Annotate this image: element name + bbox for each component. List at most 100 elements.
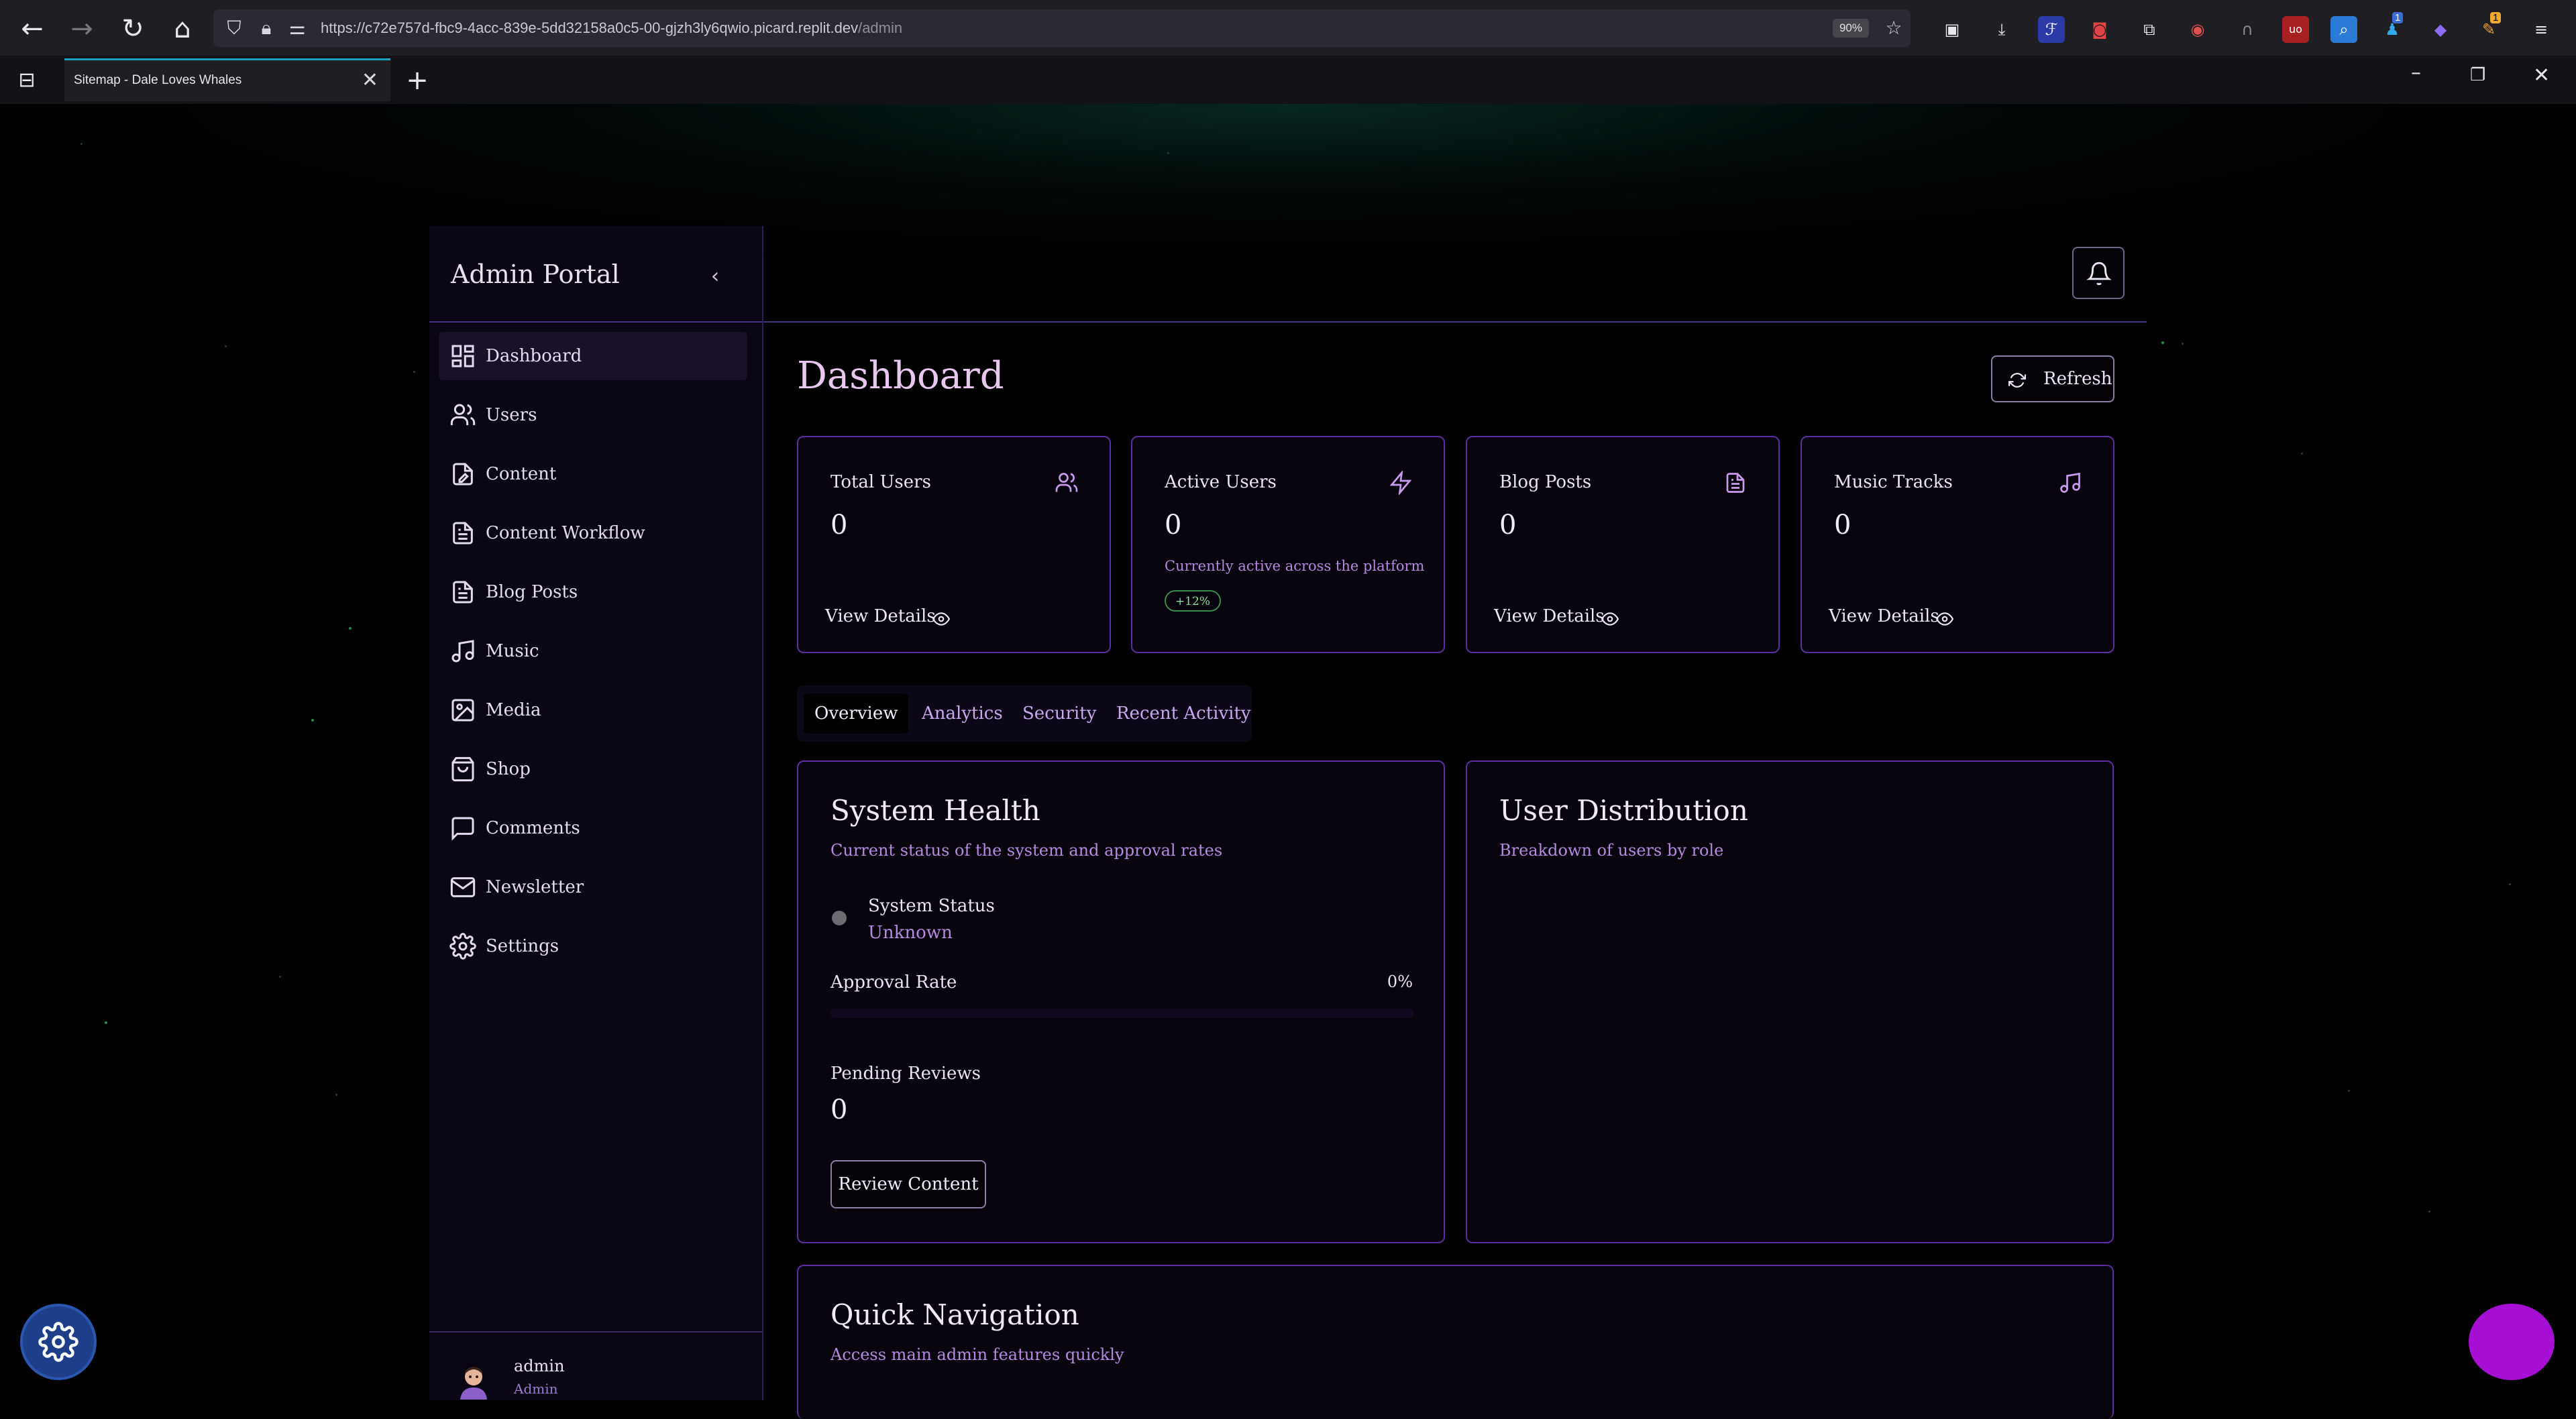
sidebar-item-label: Blog Posts <box>486 582 578 602</box>
sidebar-item-label: Music <box>486 641 539 661</box>
trend-badge: +12% <box>1165 590 1222 612</box>
stat-value: 0 <box>1499 510 1517 541</box>
tab-recent-activity[interactable]: Recent Activity <box>1116 693 1251 734</box>
view-details-label: View Details <box>825 606 936 626</box>
chevron-left-icon[interactable]: ‹ <box>700 261 730 290</box>
extension-badge: 1 <box>2490 12 2502 23</box>
view-details-link[interactable]: View Details <box>1829 606 1954 626</box>
sidebar-item-content-workflow[interactable]: Content Workflow <box>439 509 747 557</box>
minimize-icon[interactable]: – <box>2411 61 2421 84</box>
refresh-label: Refresh <box>2043 369 2112 389</box>
sidebar-item-shop[interactable]: Shop <box>439 745 747 793</box>
sidebar-item-dashboard[interactable]: Dashboard <box>439 332 747 380</box>
menu-icon[interactable]: ≡ <box>2528 16 2555 43</box>
stat-title: Active Users <box>1165 472 1277 492</box>
shield-icon[interactable]: ⛉ <box>223 17 246 40</box>
shop-icon <box>451 756 474 782</box>
bookmark-star-icon[interactable]: ☆ <box>1882 17 1905 40</box>
ublock-icon[interactable]: uo <box>2282 16 2309 43</box>
card-title: Quick Navigation <box>830 1298 1079 1331</box>
card-title: User Distribution <box>1499 794 1748 827</box>
browser-tab[interactable]: Sitemap - Dale Loves Whales ✕ <box>64 58 390 101</box>
lock-icon[interactable]: 🔒︎ <box>255 17 278 40</box>
star <box>2161 341 2164 344</box>
stat-value: 0 <box>1165 510 1182 541</box>
gear-icon <box>38 1322 78 1362</box>
bell-icon <box>2086 262 2112 286</box>
approval-rate-progress <box>830 1009 1414 1018</box>
headphones-icon[interactable]: ∩ <box>2234 16 2261 43</box>
reader-icon[interactable]: ▣ <box>1939 16 1966 43</box>
system-status-value: Unknown <box>868 923 953 943</box>
permissions-icon[interactable]: ⚌ <box>286 17 309 40</box>
screenshot-icon[interactable]: ◙ <box>2086 16 2113 43</box>
search-icon[interactable]: ⌕ <box>2330 16 2357 43</box>
extension-badge: 1 <box>2392 12 2404 23</box>
close-icon[interactable]: ✕ <box>362 60 378 101</box>
extensions-puzzle-icon[interactable]: ⧉ <box>2136 16 2163 43</box>
refresh-button[interactable]: Refresh <box>1991 355 2114 402</box>
view-details-link[interactable]: View Details <box>825 606 951 626</box>
settings-fab[interactable] <box>20 1304 97 1380</box>
download-icon[interactable]: ⤓ <box>1988 16 2015 43</box>
forward-icon[interactable]: → <box>63 13 101 44</box>
dashboard-icon <box>451 345 474 367</box>
reload-icon[interactable]: ↻ <box>114 13 152 44</box>
sidebar-item-label: Comments <box>486 818 580 838</box>
sidebar-item-label: Users <box>486 405 537 425</box>
url-host: https://c72e757d-fbc9-4acc-839e-5dd32158… <box>321 19 859 36</box>
url-text[interactable]: https://c72e757d-fbc9-4acc-839e-5dd32158… <box>321 9 902 47</box>
stat-title: Total Users <box>830 472 931 492</box>
sidebar-item-comments[interactable]: Comments <box>439 804 747 852</box>
home-icon[interactable]: ⌂ <box>164 13 201 44</box>
extension-icon[interactable]: ℱ <box>2038 16 2065 43</box>
tab-overview[interactable]: Overview <box>804 693 909 734</box>
extension-icon[interactable]: ◆ <box>2427 16 2454 43</box>
sidebar-user[interactable]: admin Admin <box>429 1331 762 1400</box>
tab-security[interactable]: Security <box>1022 693 1096 734</box>
bolt-icon <box>1389 471 1412 495</box>
stat-card-blog-posts: Blog Posts 0 View Details <box>1466 436 1780 653</box>
refresh-icon <box>2008 373 2026 388</box>
chat-fab[interactable] <box>2469 1304 2555 1380</box>
sidebar-item-label: Media <box>486 700 541 720</box>
sidebar-item-users[interactable]: Users <box>439 391 747 439</box>
view-details-label: View Details <box>1829 606 1939 626</box>
sidebar-item-music[interactable]: Music <box>439 627 747 675</box>
tab-strip: ⊟ Sitemap - Dale Loves Whales ✕ + – ❐ ✕ <box>0 56 2576 104</box>
browser-toolbar: ← → ↻ ⌂ ⛉ 🔒︎ ⚌ https://c72e757d-fbc9-4ac… <box>0 0 2576 56</box>
close-window-icon[interactable]: ✕ <box>2533 64 2550 87</box>
tab-title: Sitemap - Dale Loves Whales <box>74 73 242 87</box>
tab-analytics[interactable]: Analytics <box>922 693 1003 734</box>
card-description: Current status of the system and approva… <box>830 841 1223 860</box>
notifications-button[interactable] <box>2072 247 2125 299</box>
system-health-card: System Health Current status of the syst… <box>797 760 1445 1243</box>
star <box>335 1094 337 1096</box>
star <box>1167 152 1169 154</box>
stat-card-music-tracks: Music Tracks 0 View Details <box>1801 436 2114 653</box>
review-content-button[interactable]: Review Content <box>830 1160 986 1208</box>
star <box>2182 343 2184 345</box>
sidebar-item-label: Settings <box>486 936 559 956</box>
pending-reviews-value: 0 <box>830 1094 848 1125</box>
restore-icon[interactable]: ❐ <box>2470 65 2485 85</box>
status-indicator <box>832 911 847 925</box>
sidebar-item-label: Newsletter <box>486 877 584 897</box>
new-tab-icon[interactable]: + <box>398 65 436 96</box>
eye-icon <box>932 612 951 626</box>
tab-overview-icon[interactable]: ⊟ <box>8 65 46 96</box>
sidebar-item-content[interactable]: Content <box>439 450 747 498</box>
background-glow <box>0 104 2576 265</box>
view-details-link[interactable]: View Details <box>1494 606 1619 626</box>
approval-rate-label: Approval Rate <box>830 972 957 992</box>
user-name: admin <box>514 1357 565 1375</box>
extension-icon[interactable]: ◉ <box>2184 16 2211 43</box>
file-text-icon <box>453 522 473 545</box>
sidebar-item-newsletter[interactable]: Newsletter <box>439 863 747 911</box>
sidebar-item-media[interactable]: Media <box>439 686 747 734</box>
url-bar[interactable]: ⛉ 🔒︎ ⚌ https://c72e757d-fbc9-4acc-839e-5… <box>213 9 1911 47</box>
sidebar-item-settings[interactable]: Settings <box>439 922 747 970</box>
back-icon[interactable]: ← <box>13 13 51 44</box>
zoom-level[interactable]: 90% <box>1832 19 1869 38</box>
sidebar-item-blog-posts[interactable]: Blog Posts <box>439 568 747 616</box>
